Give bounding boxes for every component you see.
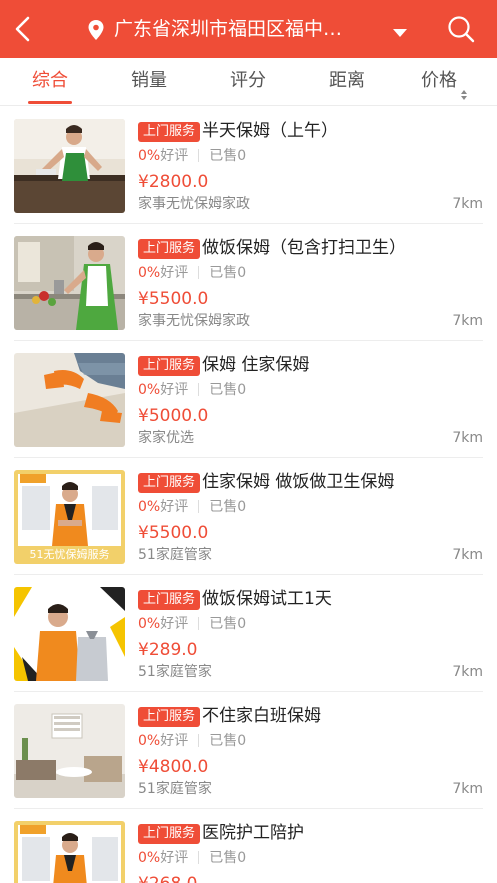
- service-tag: 上门服务: [138, 239, 201, 259]
- sold-count: 已售0: [209, 148, 247, 164]
- service-tag: 上门服务: [138, 122, 201, 142]
- sold-count: 已售0: [209, 382, 247, 398]
- service-tag: 上门服务: [138, 707, 201, 727]
- list-item[interactable]: 上门服务 做饭保姆（包含打扫卫生） 0%好评 已售0 ¥5500.0 家事无忧保姆…: [0, 224, 497, 341]
- back-arrow-icon[interactable]: [10, 12, 38, 46]
- rating-sales-line: 0%好评 已售0: [138, 731, 246, 751]
- service-thumbnail: [14, 353, 125, 447]
- top-app-bar: 广东省深圳市福田区福中…: [0, 0, 497, 58]
- shop-name: 51家庭管家: [138, 781, 212, 797]
- rating-percent: 0%: [138, 382, 161, 398]
- divider: [198, 148, 200, 162]
- shop-name: 51家庭管家: [138, 664, 212, 680]
- location-pin-icon: [88, 20, 104, 40]
- active-tab-underline: [28, 101, 72, 104]
- service-title: 做饭保姆试工1天: [202, 589, 332, 609]
- sold-count: 已售0: [209, 850, 247, 866]
- rating-percent: 0%: [138, 616, 161, 632]
- sold-count: 已售0: [209, 616, 247, 632]
- tab-distance[interactable]: 距离: [317, 58, 377, 104]
- service-title: 住家保姆 做饭做卫生保姆: [202, 472, 395, 492]
- service-tag: 上门服务: [138, 356, 201, 376]
- distance: 7km: [452, 313, 483, 329]
- price: ¥268.0: [138, 872, 197, 883]
- rating-sales-line: 0%好评 已售0: [138, 848, 246, 868]
- tab-comprehensive[interactable]: 综合: [20, 58, 80, 104]
- service-title: 做饭保姆（包含打扫卫生）: [202, 238, 406, 258]
- tab-sales[interactable]: 销量: [119, 58, 179, 104]
- service-thumbnail: [14, 119, 125, 213]
- rating-label: 好评: [160, 733, 189, 749]
- shop-name: 51家庭管家: [138, 547, 212, 563]
- service-title: 保姆 住家保姆: [202, 355, 310, 375]
- shop-name: 家事无忧保姆家政: [138, 313, 250, 329]
- rating-label: 好评: [160, 382, 189, 398]
- list-item[interactable]: 上门服务 不住家白班保姆 0%好评 已售0 ¥4800.0 51家庭管家 7km: [0, 692, 497, 809]
- distance: 7km: [452, 547, 483, 563]
- divider: [198, 265, 200, 279]
- list-item[interactable]: 上门服务 做饭保姆试工1天 0%好评 已售0 ¥289.0 51家庭管家 7km: [0, 575, 497, 692]
- service-title: 半天保姆（上午）: [202, 121, 338, 141]
- sort-arrows-icon: [460, 73, 468, 100]
- rating-sales-line: 0%好评 已售0: [138, 614, 246, 634]
- distance: 7km: [452, 781, 483, 797]
- shop-name: 家事无忧保姆家政: [138, 196, 250, 212]
- sold-count: 已售0: [209, 499, 247, 515]
- thumbnail-caption: 51无忧保姆服务: [29, 548, 110, 561]
- service-thumbnail: [14, 821, 125, 883]
- rating-label: 好评: [160, 616, 189, 632]
- caret-down-icon[interactable]: [392, 24, 408, 37]
- sold-count: 已售0: [209, 265, 247, 281]
- service-thumbnail: [14, 587, 125, 681]
- divider: [198, 382, 200, 396]
- rating-sales-line: 0%好评 已售0: [138, 146, 246, 166]
- distance: 7km: [452, 664, 483, 680]
- rating-label: 好评: [160, 850, 189, 866]
- tab-rating[interactable]: 评分: [218, 58, 278, 104]
- service-tag: 上门服务: [138, 473, 201, 493]
- distance: 7km: [452, 430, 483, 446]
- rating-sales-line: 0%好评 已售0: [138, 263, 246, 283]
- shop-name: 家家优选: [138, 430, 194, 446]
- rating-percent: 0%: [138, 499, 161, 515]
- sort-tabs: 综合 销量 评分 距离 价格: [0, 58, 497, 106]
- tab-price[interactable]: 价格: [416, 58, 497, 104]
- rating-percent: 0%: [138, 265, 161, 281]
- service-thumbnail: [14, 704, 125, 798]
- price: ¥289.0: [138, 640, 198, 660]
- service-title: 不住家白班保姆: [202, 706, 321, 726]
- list-item[interactable]: 上门服务 半天保姆（上午） 0%好评 已售0 ¥2800.0 家事无忧保姆家政 7…: [0, 107, 497, 224]
- service-tag: 上门服务: [138, 590, 201, 610]
- rating-percent: 0%: [138, 733, 161, 749]
- divider: [198, 616, 200, 630]
- distance: 7km: [452, 196, 483, 212]
- service-title: 医院护工陪护: [202, 823, 304, 843]
- service-thumbnail: 51无忧保姆服务: [14, 470, 125, 564]
- sold-count: 已售0: [209, 733, 247, 749]
- divider: [198, 850, 200, 864]
- price: ¥5000.0: [138, 406, 209, 426]
- divider: [198, 499, 200, 513]
- divider: [198, 733, 200, 747]
- rating-percent: 0%: [138, 850, 161, 866]
- service-thumbnail: [14, 236, 125, 330]
- tab-price-label: 价格: [421, 70, 457, 91]
- price: ¥4800.0: [138, 757, 209, 777]
- rating-sales-line: 0%好评 已售0: [138, 380, 246, 400]
- rating-label: 好评: [160, 499, 189, 515]
- search-icon[interactable]: [446, 14, 476, 44]
- rating-label: 好评: [160, 148, 189, 164]
- rating-label: 好评: [160, 265, 189, 281]
- price: ¥5500.0: [138, 523, 209, 543]
- price: ¥5500.0: [138, 289, 209, 309]
- list-item[interactable]: 上门服务 医院护工陪护 0%好评 已售0 ¥268.0: [0, 809, 497, 883]
- rating-sales-line: 0%好评 已售0: [138, 497, 246, 517]
- list-item[interactable]: 上门服务 保姆 住家保姆 0%好评 已售0 ¥5000.0 家家优选 7km: [0, 341, 497, 458]
- price: ¥2800.0: [138, 172, 209, 192]
- service-tag: 上门服务: [138, 824, 201, 844]
- location-selector[interactable]: 广东省深圳市福田区福中…: [114, 16, 376, 42]
- list-item[interactable]: 51无忧保姆服务 上门服务 住家保姆 做饭做卫生保姆 0%好评 已售0 ¥5500…: [0, 458, 497, 575]
- rating-percent: 0%: [138, 148, 161, 164]
